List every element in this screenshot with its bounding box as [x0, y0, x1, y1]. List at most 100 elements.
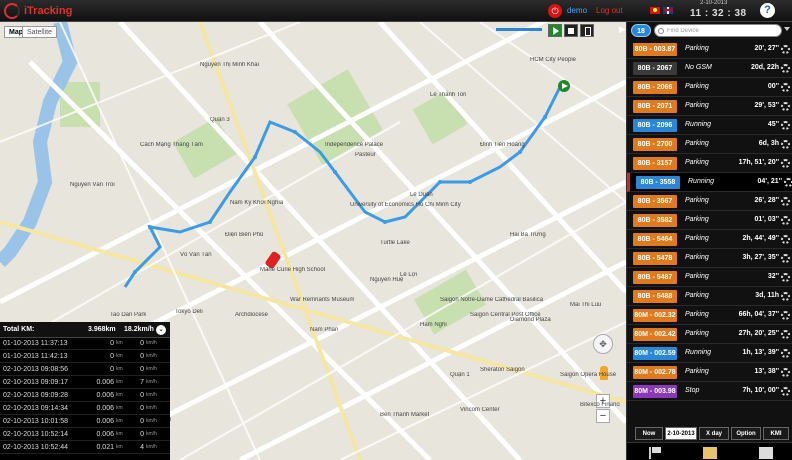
- map-label: Saigon Notre-Dame Cathedral Basilica: [440, 297, 544, 303]
- gear-icon[interactable]: [781, 273, 790, 282]
- gear-icon[interactable]: [781, 45, 790, 54]
- map-label: War Remnants Museum: [290, 297, 355, 303]
- gear-icon[interactable]: [781, 330, 790, 339]
- help-icon[interactable]: ?: [760, 3, 775, 18]
- gear-icon[interactable]: [781, 121, 790, 130]
- vehicle-plate: 80B - 2096: [633, 119, 677, 132]
- trip-speed: 0: [140, 366, 144, 373]
- vehicle-status: Parking: [685, 45, 709, 52]
- gear-icon[interactable]: [781, 349, 790, 358]
- collapse-panel-arrow-icon[interactable]: ▶: [619, 24, 626, 35]
- tab-3[interactable]: Option: [731, 427, 761, 440]
- vehicle-row[interactable]: 80B - 3582 Parking 01', 03'': [627, 211, 792, 230]
- map-label: Nam Phan: [310, 327, 339, 333]
- trip-row[interactable]: 02-10-2013 09:09:17 0.006 km 7 km/h: [0, 377, 170, 389]
- stop-button[interactable]: [564, 24, 578, 37]
- vehicle-status: Parking: [685, 254, 709, 261]
- vehicle-row[interactable]: 80B - 5478 Parking 3h, 27', 35'': [627, 249, 792, 268]
- map-icon[interactable]: [703, 447, 717, 459]
- map-label: Bitexco Financial Tower: [580, 402, 620, 408]
- vehicle-row[interactable]: 80B - 2700 Parking 6d, 3h: [627, 135, 792, 154]
- trip-row[interactable]: 02-10-2013 10:01:58 0.006 km 0 km/h: [0, 416, 170, 428]
- map-label: Nguyễn Huệ: [370, 277, 404, 283]
- vehicle-duration: 45'': [767, 121, 779, 128]
- playback-progress[interactable]: [496, 28, 542, 31]
- clock: 11 : 32 : 38: [690, 8, 747, 19]
- vehicle-row[interactable]: 80B - 5464 Parking 2h, 44', 49'': [627, 230, 792, 249]
- map-type-satellite-button[interactable]: Satellite: [22, 26, 57, 38]
- vehicle-plate: 80B - 5464: [633, 233, 677, 246]
- map-label: Võ Văn Tần: [180, 252, 212, 258]
- trip-row[interactable]: 01-10-2013 11:37:13 0 km 0 km/h: [0, 338, 170, 350]
- flag-icon[interactable]: [649, 447, 663, 459]
- logout-link[interactable]: Log out: [596, 6, 623, 15]
- trip-time: 02-10-2013 09:09:28: [3, 392, 68, 399]
- vehicle-row[interactable]: 80B - 3567 Parking 26', 28'': [627, 192, 792, 211]
- gear-icon[interactable]: [781, 292, 790, 301]
- vehicle-duration: 17h, 51', 20'': [738, 159, 779, 166]
- play-button[interactable]: [548, 24, 562, 37]
- trip-speed-unit: km/h: [146, 379, 157, 385]
- zoom-out-button[interactable]: −: [596, 409, 610, 423]
- pan-control-icon[interactable]: ✥: [593, 334, 613, 354]
- trip-time: 01-10-2013 11:42:13: [3, 353, 68, 360]
- user-name[interactable]: demo: [567, 6, 587, 15]
- edit-icon[interactable]: [759, 447, 773, 459]
- map-label: Le Thanh Ton: [430, 92, 467, 98]
- gear-icon[interactable]: [781, 387, 790, 396]
- gear-icon[interactable]: [784, 178, 792, 187]
- vehicle-row[interactable]: 80B - 2071 Parking 29', 53'': [627, 97, 792, 116]
- gear-icon[interactable]: [781, 83, 790, 92]
- tab-0[interactable]: Now: [635, 427, 663, 440]
- gear-icon[interactable]: [781, 140, 790, 149]
- gear-icon[interactable]: [781, 368, 790, 377]
- gear-icon[interactable]: [781, 197, 790, 206]
- vehicle-row[interactable]: 80M - 002.32 Parking 66h, 04', 37'': [627, 306, 792, 325]
- map-label: HCM City People: [530, 57, 577, 63]
- trip-history-panel: Total KM: 3.968km 18.2km/h ⌄ 01-10-2013 …: [0, 322, 170, 460]
- gear-icon[interactable]: [781, 254, 790, 263]
- uk-flag-icon[interactable]: [663, 7, 673, 14]
- vehicle-plate: 80B - 5487: [633, 271, 677, 284]
- trip-row[interactable]: 02-10-2013 10:52:44 0.021 km 4 km/h: [0, 442, 170, 454]
- tab-2[interactable]: X day: [699, 427, 729, 440]
- vehicle-plate: 80M - 002.32: [633, 309, 677, 322]
- vehicle-row[interactable]: 80B - 5488 Parking 3d, 11h: [627, 287, 792, 306]
- trip-row[interactable]: 02-10-2013 10:52:14 0.006 km 0 km/h: [0, 429, 170, 441]
- vehicle-row[interactable]: 80B - 3157 Parking 17h, 51', 20'': [627, 154, 792, 173]
- vehicle-row[interactable]: 80B - 2096 Running 45'': [627, 116, 792, 135]
- vehicle-row[interactable]: 80M - 002.78 Parking 13', 38'': [627, 363, 792, 382]
- vehicle-row[interactable]: 80B - 2066 Parking 00'': [627, 78, 792, 97]
- gear-icon[interactable]: [781, 64, 790, 73]
- vehicle-row[interactable]: 80B - 003.87 Parking 20', 27'': [627, 40, 792, 59]
- chevron-down-icon[interactable]: ⌄: [156, 325, 166, 335]
- vehicle-row[interactable]: 80B - 5487 Parking 32'': [627, 268, 792, 287]
- vehicle-duration: 29', 53'': [754, 102, 779, 109]
- trip-row[interactable]: 02-10-2013 09:09:28 0.006 km 0 km/h: [0, 390, 170, 402]
- gear-icon[interactable]: [781, 235, 790, 244]
- tab-1[interactable]: 2-10-2013: [665, 427, 697, 440]
- vehicle-row[interactable]: 80M - 002.59 Running 1h, 13', 39'': [627, 344, 792, 363]
- power-icon[interactable]: ⏻: [548, 4, 562, 18]
- vehicle-row[interactable]: 80B - 2067 No GSM 20d, 22h: [627, 59, 792, 78]
- trip-row[interactable]: 02-10-2013 09:14:34 0.006 km 0 km/h: [0, 403, 170, 415]
- gear-icon[interactable]: [781, 159, 790, 168]
- trip-row[interactable]: 02-10-2013 09:08:56 0 km 0 km/h: [0, 364, 170, 376]
- gear-icon[interactable]: [781, 102, 790, 111]
- gear-icon[interactable]: [781, 216, 790, 225]
- fullscreen-button[interactable]: [580, 24, 594, 37]
- trip-speed-unit: km/h: [146, 340, 157, 346]
- vehicle-row[interactable]: 80B - 3558 Running 04', 21'': [627, 173, 792, 192]
- search-box[interactable]: [654, 24, 782, 37]
- map-label: Quận 3: [210, 117, 230, 123]
- vehicle-duration: 20d, 22h: [750, 64, 779, 71]
- search-input[interactable]: [667, 25, 777, 36]
- vietnam-flag-icon[interactable]: [650, 7, 660, 14]
- gear-icon[interactable]: [781, 311, 790, 320]
- trip-distance-unit: km: [116, 405, 123, 411]
- vehicle-row[interactable]: 80M - 002.42 Parking 27h, 20', 25'': [627, 325, 792, 344]
- tab-4[interactable]: KMl: [763, 427, 789, 440]
- trip-row[interactable]: 01-10-2013 11:42:13 0 km 0 km/h: [0, 351, 170, 363]
- chevron-down-icon[interactable]: [784, 27, 790, 31]
- vehicle-row[interactable]: 80M - 003.98 Stop 7h, 10', 00'': [627, 382, 792, 401]
